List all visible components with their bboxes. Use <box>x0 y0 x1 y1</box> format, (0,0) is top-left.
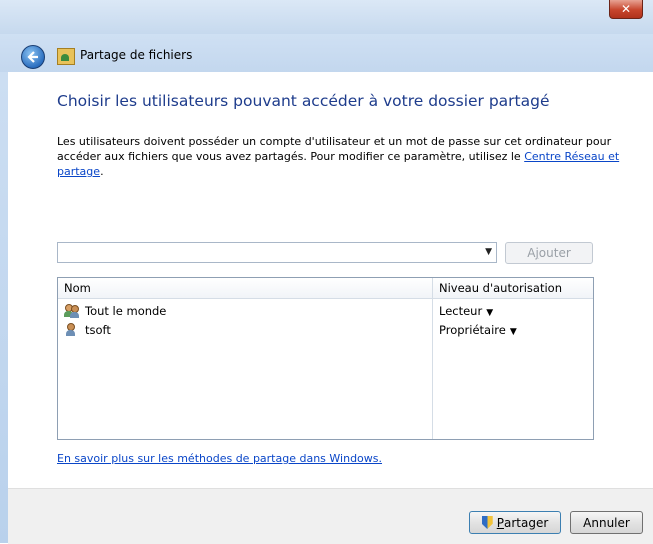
row-name: tsoft <box>85 323 111 337</box>
column-header-name[interactable]: Nom <box>64 281 91 295</box>
title-bar <box>0 0 653 34</box>
row-name: Tout le monde <box>85 304 167 318</box>
add-button[interactable]: Aj outer <box>505 242 593 264</box>
dropdown-arrow-icon: ▼ <box>509 327 517 337</box>
share-accel: P <box>496 515 504 530</box>
chevron-down-icon[interactable]: ▼ <box>485 247 492 257</box>
learn-more-link[interactable]: En savoir plus sur les méthodes de parta… <box>57 452 382 465</box>
close-button[interactable]: ✕ <box>609 0 643 19</box>
uac-shield-icon <box>481 516 493 529</box>
description-text: Les utilisateurs doivent posséder un com… <box>57 134 622 179</box>
description-suffix: . <box>100 165 104 178</box>
permission-dropdown[interactable]: Lecteur ▼ <box>439 304 493 318</box>
cancel-button[interactable]: Annuler <box>570 511 643 534</box>
back-arrow-icon <box>27 51 38 63</box>
back-button[interactable] <box>21 45 45 69</box>
file-sharing-icon <box>57 48 75 65</box>
share-label-rest: artager <box>503 515 549 530</box>
group-users-icon <box>64 304 80 318</box>
share-button[interactable]: Partager <box>469 511 561 534</box>
user-icon <box>64 323 80 337</box>
permission-label: Lecteur <box>439 304 483 318</box>
users-list: Nom Niveau d'autorisation Tout le monde … <box>57 277 594 440</box>
permission-dropdown[interactable]: Propriétaire ▼ <box>439 323 517 337</box>
list-row-tsoft[interactable]: tsoft Propriétaire ▼ <box>58 321 593 339</box>
permission-label: Propriétaire <box>439 323 506 337</box>
add-label-post: outer <box>538 246 571 260</box>
user-combo-box[interactable]: ▼ <box>57 242 497 263</box>
column-header-permission[interactable]: Niveau d'autorisation <box>439 281 562 295</box>
page-heading: Choisir les utilisateurs pouvant accéder… <box>57 92 550 110</box>
window-title: Partage de fichiers <box>80 48 193 62</box>
list-header: Nom Niveau d'autorisation <box>58 278 593 299</box>
dropdown-arrow-icon: ▼ <box>486 308 494 318</box>
list-row-everyone[interactable]: Tout le monde Lecteur ▼ <box>58 302 593 320</box>
